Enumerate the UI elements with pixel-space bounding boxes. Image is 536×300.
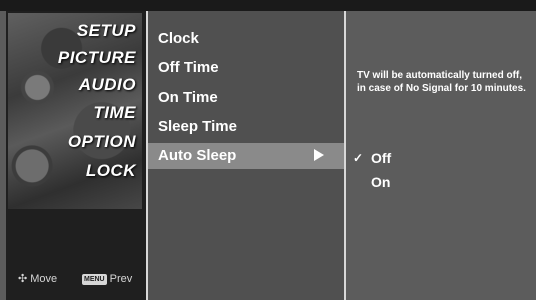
menu-item-label: Auto Sleep: [158, 147, 237, 164]
auto-sleep-description: TV will be automatically turned off, in …: [357, 70, 526, 94]
menu-item-on-time[interactable]: On Time: [148, 85, 344, 111]
menu-key-icon: MENU: [82, 273, 107, 285]
option-label: Off: [371, 150, 392, 166]
menu-item-label: Sleep Time: [158, 118, 237, 135]
category-picture[interactable]: PICTURE: [58, 48, 136, 68]
move-icon: ✣: [18, 273, 28, 285]
menu-panel: Clock Off Time On Time Sleep Time Auto S…: [148, 11, 346, 300]
menu-item-clock[interactable]: Clock: [148, 26, 344, 52]
menu-item-label: Off Time: [158, 59, 219, 76]
menu-item-label: Clock: [158, 30, 199, 47]
menu-item-off-time[interactable]: Off Time: [148, 55, 344, 81]
menu-item-label: On Time: [158, 89, 218, 106]
option-on[interactable]: On: [353, 173, 513, 193]
prev-hint-label: Prev: [109, 273, 133, 285]
category-lock[interactable]: LOCK: [86, 161, 136, 181]
detail-panel: TV will be automatically turned off, in …: [346, 11, 536, 300]
option-off[interactable]: ✓ Off: [353, 149, 513, 169]
top-bar: [0, 0, 536, 11]
category-setup[interactable]: SETUP: [77, 21, 136, 41]
option-label: On: [371, 174, 391, 190]
category-panel: SETUP PICTURE AUDIO TIME OPTION LOCK ✣ M…: [6, 11, 148, 300]
prev-hint: MENU Prev: [82, 273, 132, 285]
menu-item-sleep-time[interactable]: Sleep Time: [148, 114, 344, 140]
move-hint-label: Move: [30, 272, 58, 285]
category-option[interactable]: OPTION: [68, 132, 136, 152]
tv-osd-screen: SETUP PICTURE AUDIO TIME OPTION LOCK ✣ M…: [6, 11, 536, 300]
category-time[interactable]: TIME: [93, 103, 136, 123]
move-hint: ✣ Move: [18, 272, 58, 286]
check-icon: ✓: [353, 151, 364, 165]
menu-item-auto-sleep[interactable]: Auto Sleep: [148, 143, 344, 169]
category-audio[interactable]: AUDIO: [79, 75, 136, 95]
arrow-right-icon: [314, 149, 324, 161]
